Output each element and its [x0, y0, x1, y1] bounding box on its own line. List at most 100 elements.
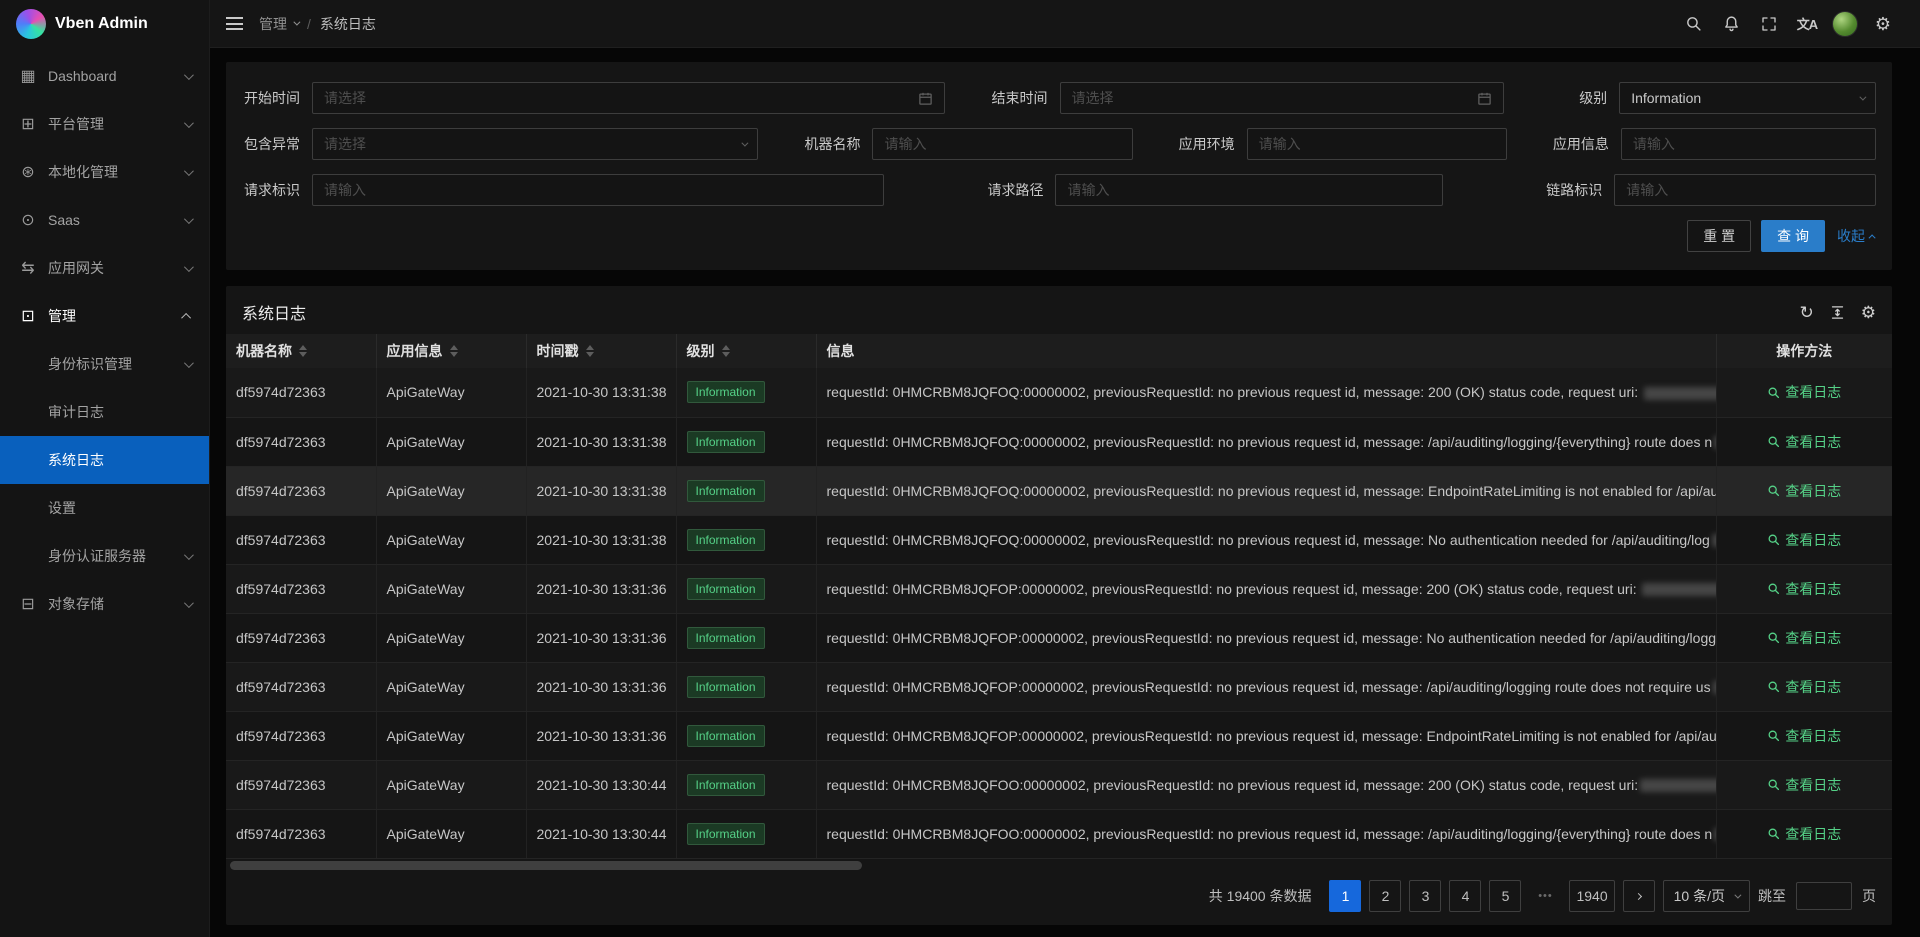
sidebar-item-saas[interactable]: ⊙ Saas — [0, 196, 209, 244]
page-button-1940[interactable]: 1940 — [1569, 880, 1614, 912]
refresh-icon[interactable]: ↻ — [1800, 304, 1814, 321]
cell-app-info: ApiGateWay — [376, 417, 526, 466]
jump-page-input[interactable] — [1796, 882, 1852, 910]
page-size-select[interactable]: 10 条/页 — [1663, 880, 1750, 912]
sidebar-item-management[interactable]: ⊡ 管理 — [0, 292, 209, 340]
table-settings-icon[interactable]: ⚙ — [1861, 304, 1876, 321]
cell-timestamp: 2021-10-30 13:31:38 — [526, 466, 676, 515]
sort-carets-icon — [586, 345, 594, 357]
page-ellipsis[interactable]: ••• — [1529, 880, 1561, 912]
field-level: 级别 Information — [1549, 82, 1876, 114]
view-log-button[interactable]: 查看日志 — [1767, 677, 1841, 697]
log-table: 机器名称 应用信息 时间戳 — [226, 334, 1892, 859]
reset-button[interactable]: 重 置 — [1687, 220, 1751, 252]
machine-name-input[interactable] — [872, 128, 1132, 160]
cell-action: 查看日志 — [1716, 368, 1892, 417]
table-row[interactable]: df5974d72363 ApiGateWay 2021-10-30 13:31… — [226, 466, 1892, 515]
level-select[interactable]: Information — [1619, 82, 1876, 114]
table-row[interactable]: df5974d72363 ApiGateWay 2021-10-30 13:31… — [226, 515, 1892, 564]
view-log-label: 查看日志 — [1785, 432, 1841, 452]
timestamp-value: 2021-10-30 13:30:44 — [537, 826, 667, 842]
request-id-input[interactable] — [312, 174, 884, 206]
collapse-link[interactable]: 收起 — [1837, 226, 1876, 246]
column-header-timestamp[interactable]: 时间戳 — [526, 334, 676, 368]
table-row[interactable]: df5974d72363 ApiGateWay 2021-10-30 13:30… — [226, 760, 1892, 809]
filter-panel: 开始时间 请选择 结束时间 请选择 — [226, 62, 1892, 270]
machine-name-value: df5974d72363 — [236, 728, 326, 744]
table-row[interactable]: df5974d72363 ApiGateWay 2021-10-30 13:31… — [226, 711, 1892, 760]
sidebar-item-localization[interactable]: ⊛ 本地化管理 — [0, 148, 209, 196]
request-path-input[interactable] — [1055, 174, 1443, 206]
scrollbar-thumb[interactable] — [230, 861, 862, 870]
chevron-down-icon — [293, 19, 300, 26]
page-button-5[interactable]: 5 — [1489, 880, 1521, 912]
table-row[interactable]: df5974d72363 ApiGateWay 2021-10-30 13:31… — [226, 417, 1892, 466]
table-row[interactable]: df5974d72363 ApiGateWay 2021-10-30 13:31… — [226, 564, 1892, 613]
sidebar-item-gateway[interactable]: ⇆ 应用网关 — [0, 244, 209, 292]
view-log-button[interactable]: 查看日志 — [1767, 726, 1841, 746]
dashboard-icon: ▦ — [18, 66, 38, 86]
app-env-input[interactable] — [1247, 128, 1507, 160]
breadcrumb-section[interactable]: 管理 — [259, 14, 298, 34]
app-info-input[interactable] — [1621, 128, 1876, 160]
translate-icon[interactable]: 文A — [1788, 0, 1826, 48]
sidebar-item-dashboard[interactable]: ▦ Dashboard — [0, 52, 209, 100]
column-header-machine-name[interactable]: 机器名称 — [226, 334, 376, 368]
view-log-button[interactable]: 查看日志 — [1767, 382, 1841, 402]
view-log-button[interactable]: 查看日志 — [1767, 530, 1841, 550]
cell-machine-name: df5974d72363 — [226, 515, 376, 564]
avatar[interactable] — [1826, 0, 1864, 48]
sidebar-item-settings[interactable]: 设置 — [0, 484, 209, 532]
object-storage-icon: ⊟ — [18, 594, 38, 614]
include-exception-select[interactable]: 请选择 — [312, 128, 758, 160]
view-log-button[interactable]: 查看日志 — [1767, 775, 1841, 795]
trace-id-input[interactable] — [1614, 174, 1876, 206]
cell-machine-name: df5974d72363 — [226, 662, 376, 711]
sidebar-item-audit-log[interactable]: 审计日志 — [0, 388, 209, 436]
end-time-input[interactable]: 请选择 — [1060, 82, 1505, 114]
cell-message: requestId: 0HMCRBM8JQFOP:00000002, previ… — [816, 564, 1716, 613]
page-button-3[interactable]: 3 — [1409, 880, 1441, 912]
column-header-app-info[interactable]: 应用信息 — [376, 334, 526, 368]
field-label: 级别 — [1549, 88, 1619, 108]
chevron-down-icon — [1734, 891, 1741, 898]
sidebar-item-auth-server[interactable]: 身份认证服务器 — [0, 532, 209, 580]
table-row[interactable]: df5974d72363 ApiGateWay 2021-10-30 13:31… — [226, 368, 1892, 417]
menu-fold-icon[interactable] — [226, 17, 243, 30]
table-row[interactable]: df5974d72363 ApiGateWay 2021-10-30 13:31… — [226, 613, 1892, 662]
saas-icon: ⊙ — [18, 210, 38, 230]
column-header-level[interactable]: 级别 — [676, 334, 816, 368]
cell-action: 查看日志 — [1716, 809, 1892, 858]
sidebar-item-object-storage[interactable]: ⊟ 对象存储 — [0, 580, 209, 628]
redacted-blur — [1642, 583, 1716, 596]
bell-icon[interactable] — [1712, 0, 1750, 48]
sidebar-item-platform[interactable]: ⊞ 平台管理 — [0, 100, 209, 148]
cell-machine-name: df5974d72363 — [226, 711, 376, 760]
start-time-input[interactable]: 请选择 — [312, 82, 945, 114]
app-info-value: ApiGateWay — [387, 630, 465, 646]
search-icon[interactable] — [1674, 0, 1712, 48]
next-page-button[interactable] — [1623, 880, 1655, 912]
table-row[interactable]: df5974d72363 ApiGateWay 2021-10-30 13:31… — [226, 662, 1892, 711]
app-logo[interactable]: Vben Admin — [0, 0, 209, 48]
sidebar-item-identity-management[interactable]: 身份标识管理 — [0, 340, 209, 388]
query-button[interactable]: 查 询 — [1761, 220, 1825, 252]
fullscreen-icon[interactable] — [1750, 0, 1788, 48]
page-button-1[interactable]: 1 — [1329, 880, 1361, 912]
page-button-2[interactable]: 2 — [1369, 880, 1401, 912]
sidebar-item-system-log[interactable]: 系统日志 — [0, 436, 209, 484]
field-start-time: 开始时间 请选择 — [242, 82, 945, 114]
horizontal-scrollbar[interactable] — [228, 859, 1890, 872]
view-log-button[interactable]: 查看日志 — [1767, 824, 1841, 844]
gear-icon[interactable]: ⚙ — [1864, 0, 1902, 48]
view-log-button[interactable]: 查看日志 — [1767, 432, 1841, 452]
field-label: 结束时间 — [990, 88, 1060, 108]
view-log-button[interactable]: 查看日志 — [1767, 579, 1841, 599]
breadcrumb-current: 系统日志 — [320, 14, 376, 34]
view-log-button[interactable]: 查看日志 — [1767, 481, 1841, 501]
column-height-icon[interactable] — [1830, 305, 1845, 320]
selected-value: Information — [1631, 90, 1851, 106]
table-row[interactable]: df5974d72363 ApiGateWay 2021-10-30 13:30… — [226, 809, 1892, 858]
page-button-4[interactable]: 4 — [1449, 880, 1481, 912]
view-log-button[interactable]: 查看日志 — [1767, 628, 1841, 648]
